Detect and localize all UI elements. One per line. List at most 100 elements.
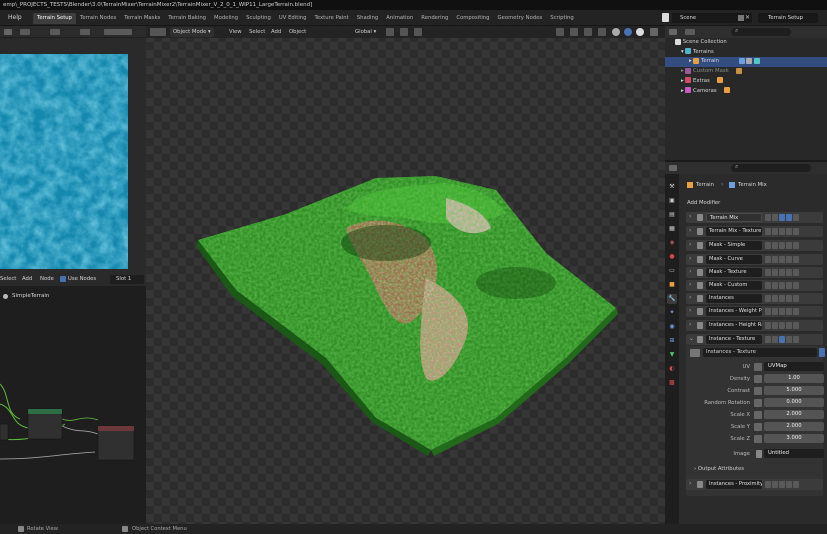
modifier-row[interactable]: › Instances - Height Range [686, 320, 823, 331]
overlay-icon[interactable] [584, 28, 592, 36]
outliner-row-custom-mask[interactable]: ▸ Custom Mask [665, 67, 827, 77]
render-toggle-icon[interactable] [786, 256, 792, 263]
tab-shading[interactable]: Shading [353, 13, 383, 24]
menu-object[interactable]: Object [286, 27, 309, 37]
input-type-icon[interactable] [754, 423, 762, 431]
menu-add[interactable]: Add [268, 27, 284, 37]
render-toggle-icon[interactable] [786, 295, 792, 302]
editor-type-icon[interactable] [4, 29, 12, 35]
chevron-right-icon[interactable]: › [689, 227, 691, 234]
chevron-right-icon[interactable]: ▸ [681, 68, 684, 74]
world-tab-icon[interactable]: ● [667, 252, 677, 262]
modifier-row[interactable]: › Instances - Proximity [686, 479, 823, 490]
viewport-toggle-icon[interactable] [779, 481, 785, 488]
render-toggle-icon[interactable] [786, 336, 792, 343]
tool-tab-icon[interactable]: ⚒ [667, 182, 677, 192]
image-selector[interactable] [104, 29, 132, 35]
pivot-icon[interactable] [386, 28, 394, 36]
tab-uv-editing[interactable]: UV Editing [275, 13, 311, 24]
chevron-right-icon[interactable]: › [689, 213, 691, 220]
output-tab-icon[interactable]: ▤ [667, 210, 677, 220]
viewport-toggle-icon[interactable] [779, 295, 785, 302]
chevron-down-icon[interactable]: ⌄ [689, 335, 694, 342]
cage-toggle-icon[interactable] [772, 308, 778, 315]
render-toggle-icon[interactable] [786, 242, 792, 249]
modifier-row-expanded[interactable]: ⌄ Instance - Texture [686, 334, 823, 345]
scale-z-input[interactable]: 3.000 [764, 434, 824, 443]
modifier-row[interactable]: › Mask - Custom [686, 280, 823, 291]
modifier-name-input[interactable]: Instances - Weight Paint [706, 307, 762, 316]
input-type-icon[interactable] [754, 363, 762, 371]
material-tab-icon[interactable]: ◐ [667, 364, 677, 374]
modifier-row[interactable]: › Mask - Curve [686, 254, 823, 265]
chevron-right-icon[interactable]: › [689, 255, 691, 262]
dropdown-icon[interactable] [793, 256, 799, 263]
edit-mode-toggle-icon[interactable] [765, 228, 771, 235]
input-type-icon[interactable] [754, 411, 762, 419]
dropdown-icon[interactable] [793, 336, 799, 343]
rendered-shading-icon[interactable] [636, 28, 644, 36]
tab-modeling[interactable]: Modeling [210, 13, 242, 24]
orientation-selector[interactable]: Global ▾ [352, 27, 379, 37]
chevron-right-icon[interactable]: › [689, 321, 691, 328]
edit-mode-toggle-icon[interactable] [765, 481, 771, 488]
modifier-row[interactable]: › Terrain Mix - Texture [686, 226, 823, 237]
dropdown-icon[interactable] [793, 282, 799, 289]
viewport-toggle-icon[interactable] [779, 269, 785, 276]
use-nodes-checkbox[interactable] [60, 276, 66, 282]
chevron-right-icon[interactable]: › [689, 294, 691, 301]
fake-user-icon[interactable] [819, 348, 825, 357]
mode-selector[interactable]: Object Mode ▾ [170, 27, 214, 37]
editor-type-icon[interactable] [150, 28, 166, 36]
chevron-right-icon[interactable]: › [689, 480, 691, 487]
xray-icon[interactable] [598, 28, 606, 36]
tab-geometry-nodes[interactable]: Geometry Nodes [494, 13, 547, 24]
render-toggle-icon[interactable] [786, 228, 792, 235]
view-layer-tab-icon[interactable]: ▦ [667, 224, 677, 234]
viewport-toggle-icon[interactable] [779, 214, 785, 221]
search-input[interactable] [731, 164, 811, 172]
edit-mode-toggle-icon[interactable] [765, 336, 771, 343]
3d-viewport[interactable]: Object Mode ▾ View Select Add Object Glo… [146, 26, 665, 524]
node-tree-icon[interactable] [690, 349, 700, 357]
outliner-row-scene-collection[interactable]: Scene Collection [665, 38, 827, 48]
render-toggle-icon[interactable] [786, 282, 792, 289]
editor-type-icon[interactable] [669, 29, 677, 35]
viewport-toggle-icon[interactable] [779, 228, 785, 235]
tab-animation[interactable]: Animation [382, 13, 417, 24]
cage-toggle-icon[interactable] [772, 336, 778, 343]
chevron-right-icon[interactable]: › [689, 307, 691, 314]
input-type-icon[interactable] [754, 399, 762, 407]
edit-mode-toggle-icon[interactable] [765, 256, 771, 263]
add-modifier-button[interactable]: Add Modifier [687, 200, 720, 206]
tab-terrain-setup[interactable]: Terrain Setup [33, 13, 77, 24]
chevron-right-icon[interactable]: ▸ [681, 88, 684, 94]
cage-toggle-icon[interactable] [772, 242, 778, 249]
input-type-icon[interactable] [754, 435, 762, 443]
input-type-icon[interactable] [754, 375, 762, 383]
menu-help[interactable]: Help [8, 14, 22, 21]
viewport-toggle-icon[interactable] [779, 256, 785, 263]
overlay-icon[interactable] [50, 29, 60, 35]
modifier-name-input[interactable]: Mask - Texture [706, 268, 762, 277]
random-rotation-input[interactable]: 0.000 [764, 398, 824, 407]
close-icon[interactable]: ✕ [745, 14, 750, 21]
menu-select[interactable]: Select [246, 27, 268, 37]
viewport-toggle-icon[interactable] [779, 336, 785, 343]
edit-mode-toggle-icon[interactable] [765, 308, 771, 315]
modifier-name-input[interactable]: Instances - Height Range [706, 321, 762, 330]
modifier-row[interactable]: › Instances - Weight Paint [686, 306, 823, 317]
chevron-right-icon[interactable]: › [689, 268, 691, 275]
density-input[interactable]: 1.00 [764, 374, 824, 383]
cage-toggle-icon[interactable] [772, 481, 778, 488]
scene-selector[interactable]: Scene ✕ [672, 13, 752, 23]
dropdown-icon[interactable] [793, 228, 799, 235]
chevron-right-icon[interactable]: ▸ [689, 58, 692, 64]
display-mode-icon[interactable] [685, 29, 695, 35]
object-tab-icon[interactable]: ■ [667, 280, 677, 290]
cage-toggle-icon[interactable] [772, 269, 778, 276]
tab-terrain-masks[interactable]: Terrain Masks [120, 13, 164, 24]
tab-scripting[interactable]: Scripting [546, 13, 578, 24]
dropdown-icon[interactable] [793, 481, 799, 488]
chevron-right-icon[interactable]: › [689, 281, 691, 288]
